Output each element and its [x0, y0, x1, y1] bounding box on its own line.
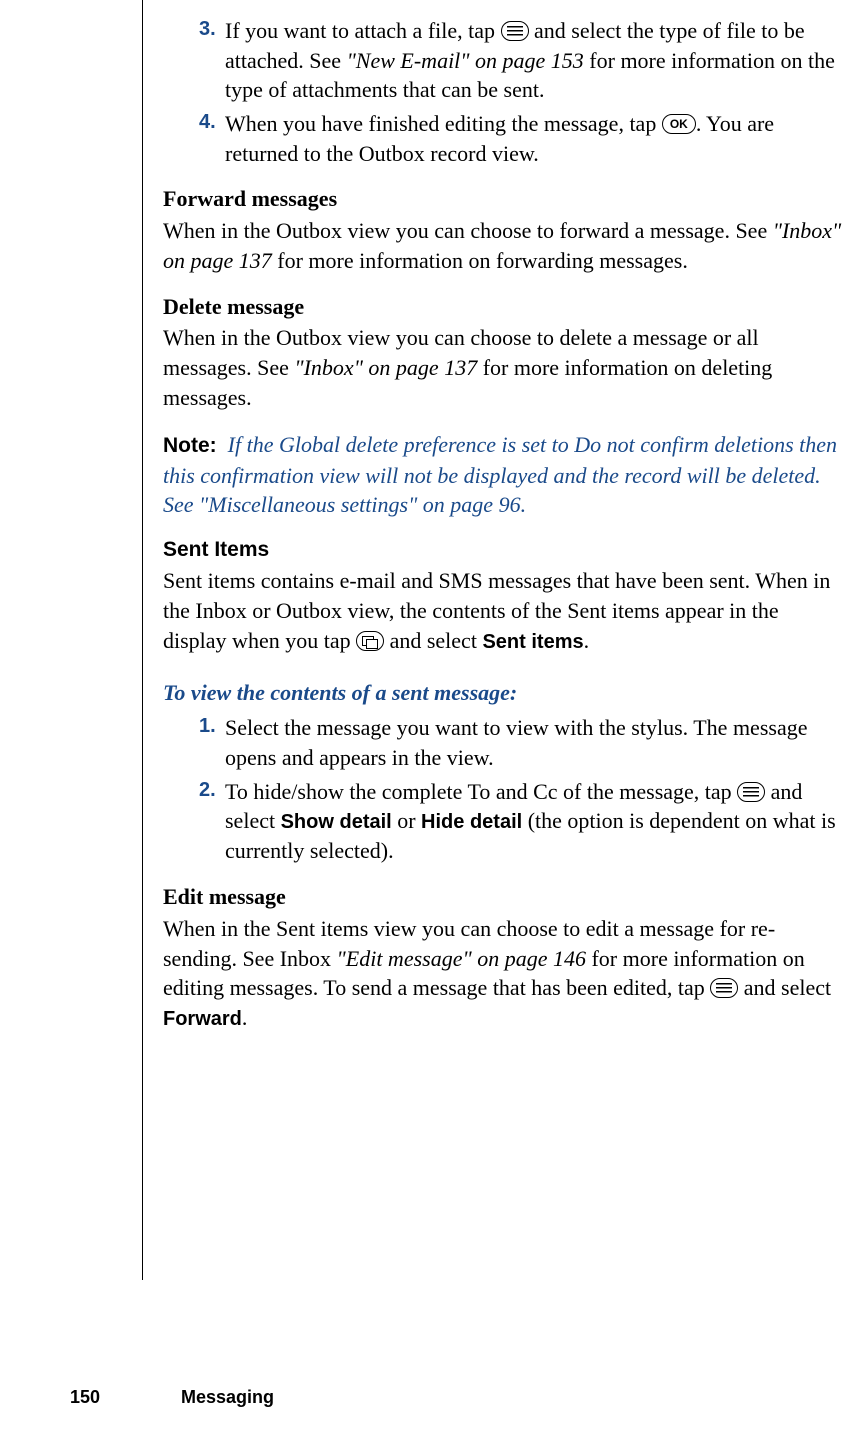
step-number: 2. [199, 777, 216, 804]
ui-label-forward: Forward [163, 1008, 242, 1030]
note-label: Note: [163, 434, 217, 457]
step-number: 1. [199, 713, 216, 740]
step-number: 4. [199, 109, 216, 136]
ui-label-show-detail: Show detail [281, 811, 392, 833]
text-fragment: When in the Outbox view you can choose t… [163, 218, 773, 243]
step-number: 3. [199, 16, 216, 43]
page-footer: 150 Messaging [70, 1385, 274, 1409]
text-fragment: . [584, 628, 590, 653]
page-reference: "Inbox" on page 137 [294, 355, 477, 380]
delete-heading: Delete message [163, 292, 846, 322]
sent-items-heading: Sent Items [163, 536, 846, 564]
sent-items-text: Sent items contains e-mail and SMS messa… [163, 566, 846, 655]
text-fragment: . [242, 1005, 248, 1030]
text-fragment: or [392, 808, 421, 833]
page-reference: "New E-mail" on page 153 [347, 48, 584, 73]
note-body: If the Global delete preference is set t… [163, 432, 837, 517]
page-number: 150 [70, 1385, 176, 1409]
forward-section: Forward messages When in the Outbox view… [163, 184, 846, 275]
menu-icon [501, 21, 529, 41]
text-fragment: and select [744, 975, 831, 1000]
step-text: When you have finished editing the messa… [225, 111, 774, 166]
edit-heading: Edit message [163, 882, 846, 912]
note-section: Note: If the Global delete preference is… [163, 430, 846, 520]
ok-icon: OK [662, 114, 696, 134]
step-3: 3. If you want to attach a file, tap and… [225, 16, 846, 105]
forward-heading: Forward messages [163, 184, 846, 214]
switcher-icon [356, 631, 384, 651]
menu-icon [710, 978, 738, 998]
page-reference: "Edit message" on page 146 [337, 946, 586, 971]
view-sent-heading: To view the contents of a sent message: [163, 678, 846, 708]
menu-icon [737, 782, 765, 802]
view-step-1: 1. Select the message you want to view w… [225, 713, 846, 772]
edit-text: When in the Sent items view you can choo… [163, 914, 846, 1033]
ui-label-hide-detail: Hide detail [421, 811, 522, 833]
step-text: Select the message you want to view with… [225, 715, 807, 770]
text-fragment: When you have finished editing the messa… [225, 111, 662, 136]
chapter-title: Messaging [181, 1387, 274, 1407]
step-4: 4. When you have finished editing the me… [225, 109, 846, 168]
delete-section: Delete message When in the Outbox view y… [163, 292, 846, 413]
step-text: To hide/show the complete To and Cc of t… [225, 779, 836, 864]
text-fragment: for more information on forwarding messa… [272, 248, 688, 273]
step-text: If you want to attach a file, tap and se… [225, 18, 835, 102]
edit-section: Edit message When in the Sent items view… [163, 882, 846, 1033]
ui-label-sent-items: Sent items [482, 631, 583, 653]
delete-text: When in the Outbox view you can choose t… [163, 323, 846, 412]
text-fragment: If you want to attach a file, tap [225, 18, 501, 43]
view-step-2: 2. To hide/show the complete To and Cc o… [225, 777, 846, 866]
text-fragment: and select [390, 628, 483, 653]
forward-text: When in the Outbox view you can choose t… [163, 216, 846, 275]
text-fragment: To hide/show the complete To and Cc of t… [225, 779, 737, 804]
page-content: 3. If you want to attach a file, tap and… [142, 0, 856, 1280]
